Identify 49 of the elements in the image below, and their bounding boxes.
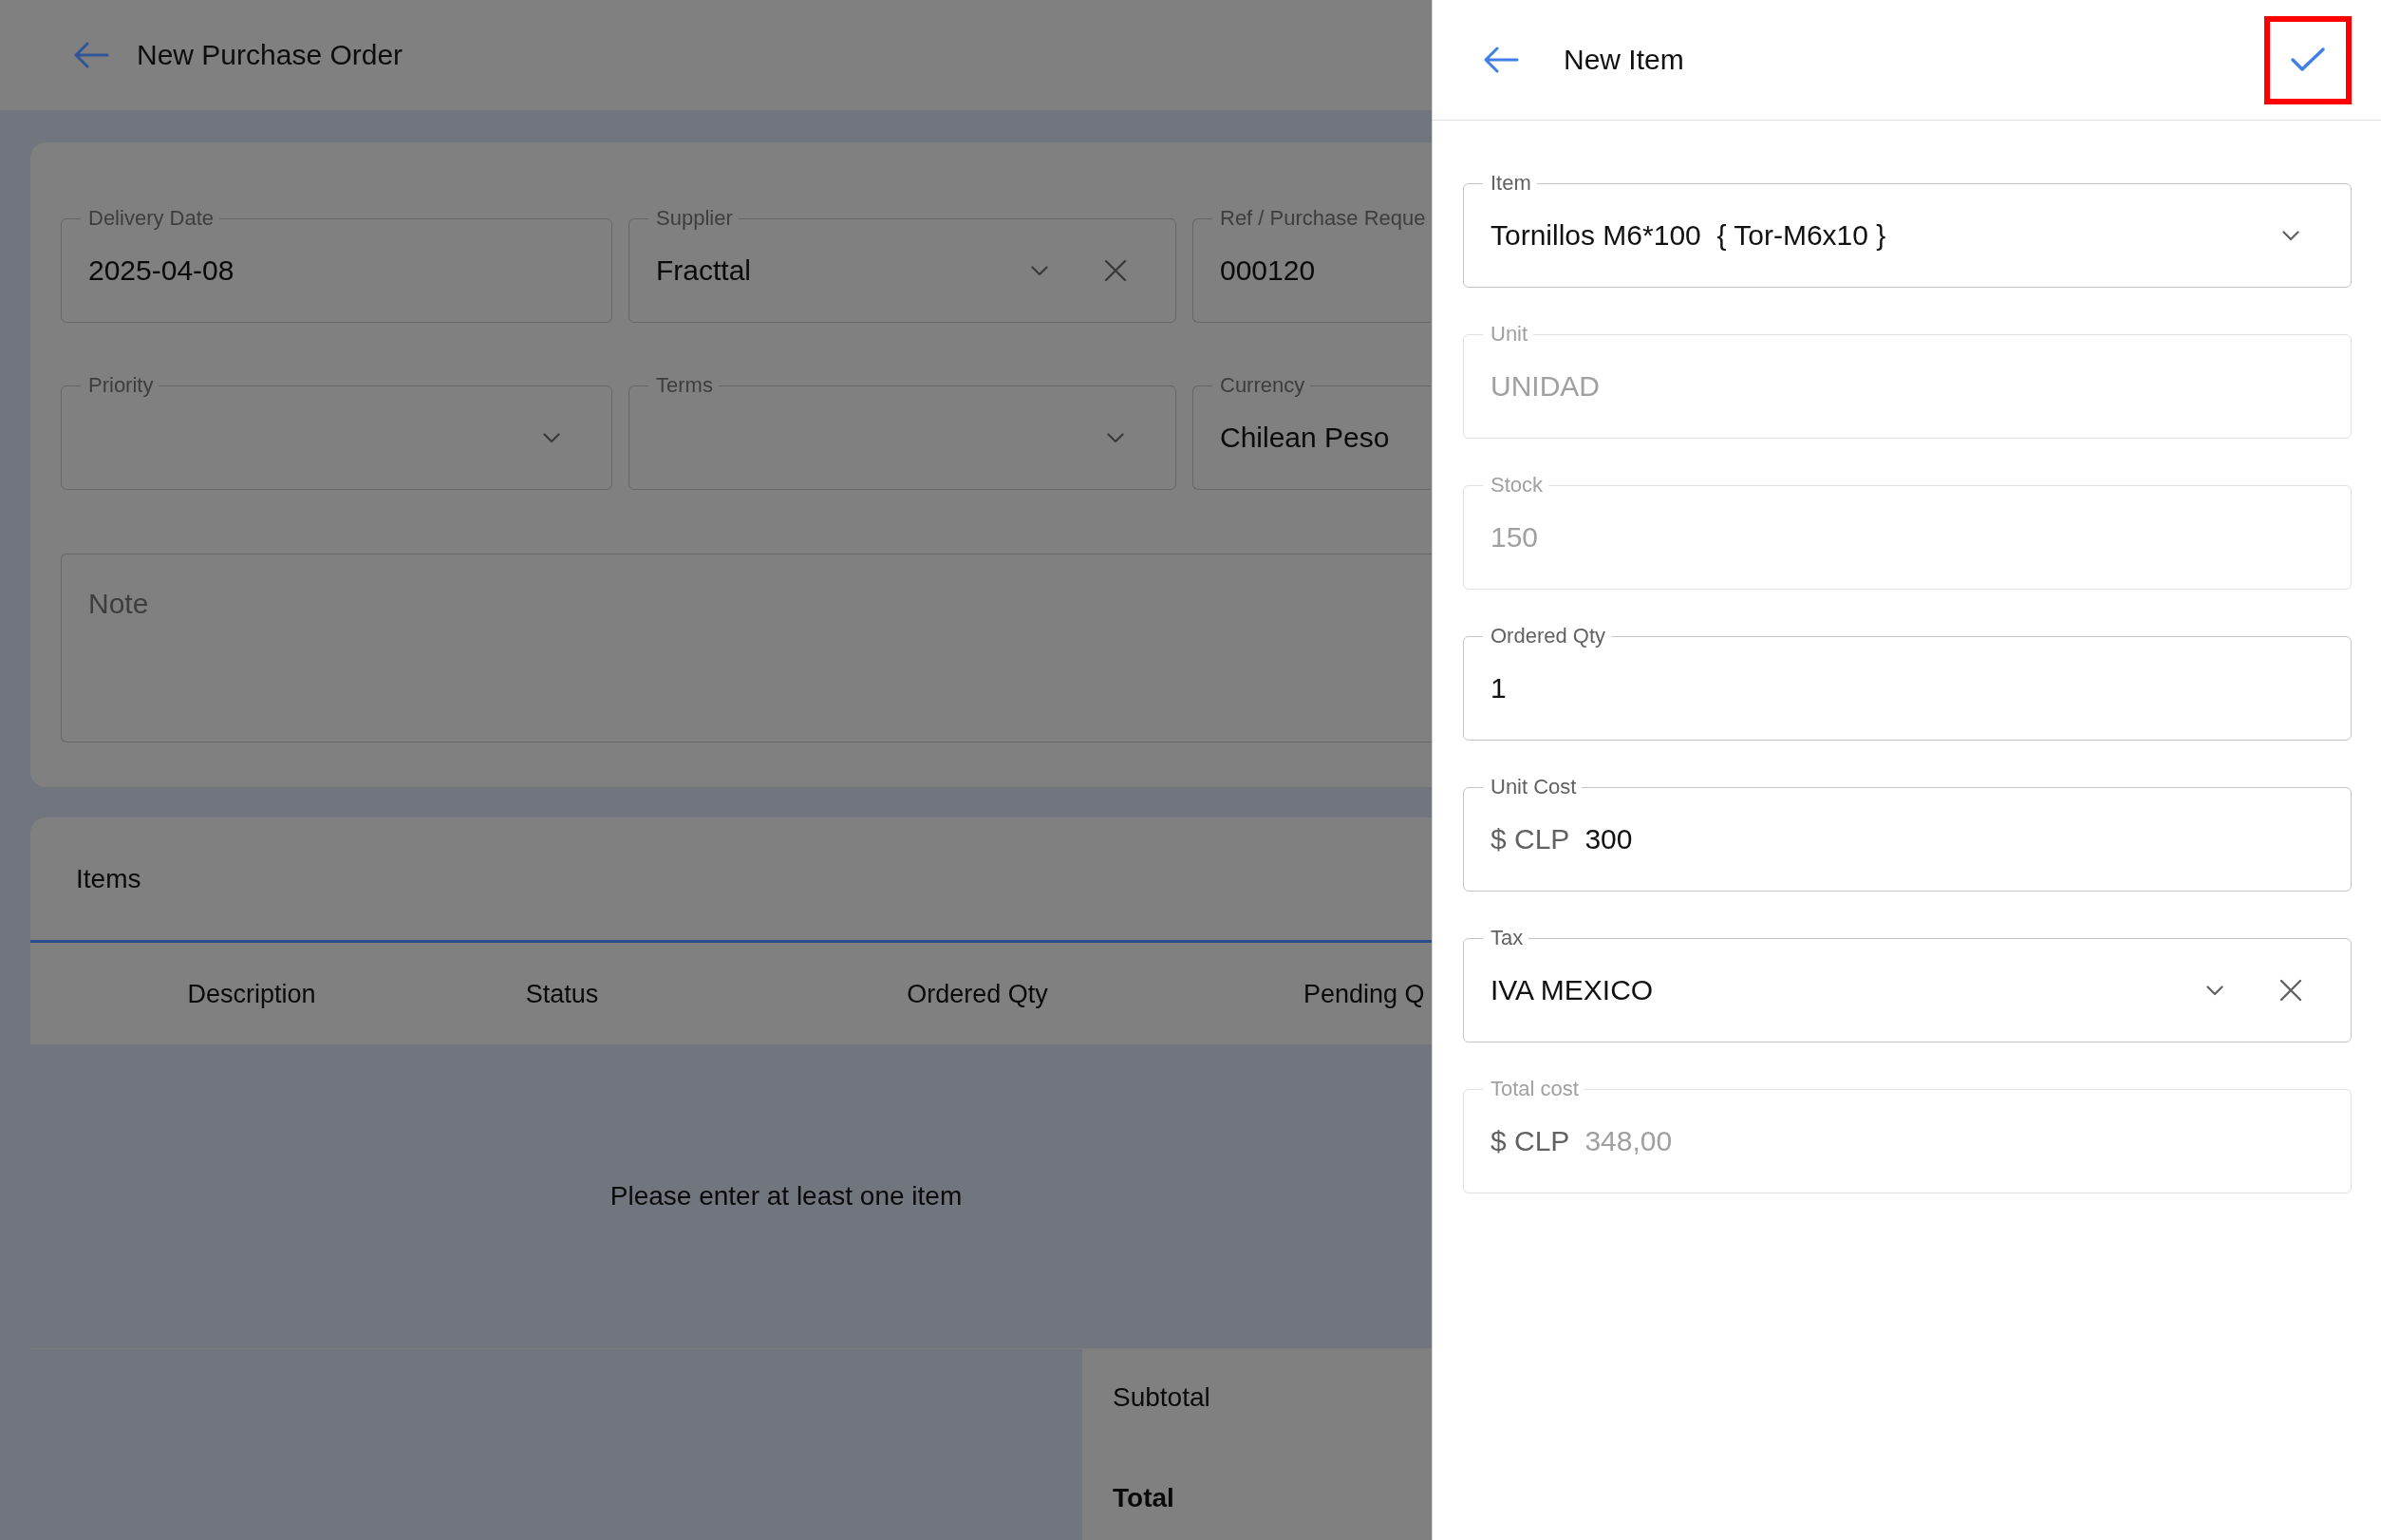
checkmark-icon: [2290, 47, 2326, 73]
currency-prefix: $ CLP: [1490, 1124, 1570, 1158]
column-header: Ordered Qty: [907, 979, 1048, 1008]
close-icon[interactable]: [1104, 259, 1127, 282]
drawer-title: New Item: [1564, 43, 1684, 77]
column-header: Status: [525, 979, 599, 1008]
field-label: Supplier: [655, 206, 734, 231]
field-label: Total cost: [1490, 1077, 1580, 1101]
field-value: IVA MEXICO: [1490, 973, 1654, 1007]
field-label: Ref / Purchase Reque: [1219, 206, 1427, 231]
field-value: 2025-04-08: [88, 254, 234, 288]
page-title: New Purchase Order: [137, 38, 403, 72]
field-label: Tax: [1490, 926, 1525, 950]
column-header: Description: [187, 979, 316, 1008]
note-placeholder: Note: [88, 588, 149, 619]
field-label: Unit: [1490, 322, 1529, 347]
note-field[interactable]: Note: [61, 554, 1432, 742]
field-value: Tornillos M6*100 { Tor-M6x10 }: [1490, 218, 1886, 253]
total-label: Total: [1113, 1482, 1174, 1514]
close-icon[interactable]: [2279, 979, 2302, 1002]
chevron-down-icon: [1031, 265, 1048, 276]
field-value: 150: [1490, 520, 1539, 554]
chevron-down-icon: [543, 432, 560, 443]
field-label: Stock: [1490, 473, 1545, 498]
arrow-left-icon: [1483, 47, 1519, 73]
field-label: Terms: [655, 373, 714, 398]
arrow-left-icon: [73, 42, 109, 68]
subtotal-label: Subtotal: [1113, 1381, 1210, 1414]
currency-prefix: $ CLP: [1490, 822, 1570, 856]
field-value: Chilean Peso: [1220, 421, 1390, 455]
confirm-button[interactable]: [2264, 15, 2352, 104]
field-label: Item: [1490, 171, 1532, 196]
chevron-down-icon: [2206, 985, 2223, 996]
chevron-down-icon: [1107, 432, 1124, 443]
empty-message: Please enter at least one item: [609, 1180, 963, 1212]
field-label: Unit Cost: [1490, 775, 1578, 799]
column-header: Pending Q: [1303, 979, 1425, 1008]
field-value: Fracttal: [656, 254, 752, 288]
section-title: Items: [76, 862, 141, 895]
field-value: 300: [1584, 822, 1633, 856]
field-label: Priority: [87, 373, 155, 398]
field-label: Delivery Date: [87, 206, 216, 231]
field-value: 348,00: [1584, 1124, 1673, 1158]
field-label: Currency: [1219, 373, 1306, 398]
field-value: UNIDAD: [1490, 369, 1600, 404]
chevron-down-icon: [2282, 230, 2299, 241]
field-label: Ordered Qty: [1490, 624, 1607, 648]
field-value: 000120: [1220, 254, 1316, 288]
field-value: 1: [1490, 671, 1507, 705]
